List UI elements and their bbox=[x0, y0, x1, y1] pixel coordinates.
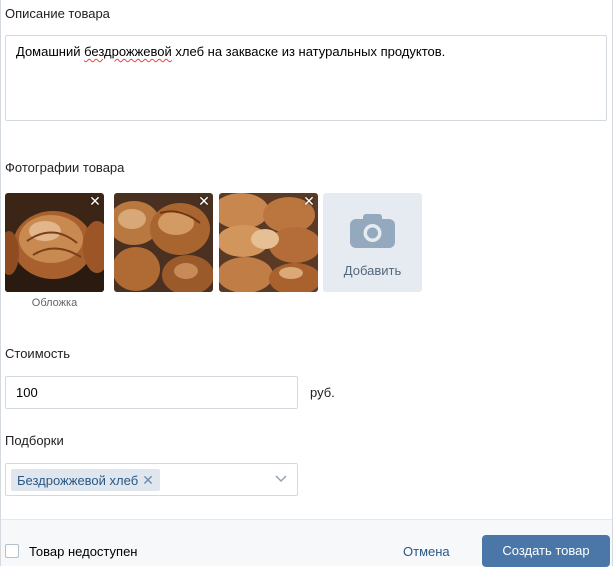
currency-label: руб. bbox=[310, 385, 335, 400]
product-photo-cover[interactable]: ✕ bbox=[5, 193, 104, 292]
collections-label: Подборки bbox=[5, 433, 64, 448]
remove-photo-icon[interactable]: ✕ bbox=[302, 194, 316, 208]
remove-collection-icon[interactable]: ✕ bbox=[142, 472, 154, 488]
create-product-button[interactable]: Создать товар bbox=[482, 535, 610, 567]
description-misspelled-word: бездрожжевой bbox=[84, 44, 172, 59]
price-label: Стоимость bbox=[5, 346, 71, 361]
form-footer: Товар недоступен Отмена Создать товар bbox=[1, 519, 612, 567]
product-form: Описание товара Домашний бездрожжевой хл… bbox=[0, 0, 613, 567]
add-photo-label: Добавить bbox=[343, 263, 402, 278]
collection-chip-label: Бездрожжевой хлеб bbox=[17, 473, 139, 488]
cancel-button[interactable]: Отмена bbox=[403, 544, 450, 559]
description-text-end: хлеб на закваске из натуральных продукто… bbox=[171, 44, 446, 59]
product-photo-3[interactable]: ✕ bbox=[219, 193, 318, 292]
unavailable-checkbox[interactable] bbox=[5, 544, 19, 558]
remove-photo-icon[interactable]: ✕ bbox=[197, 194, 211, 208]
description-text-start: Домашний bbox=[16, 44, 85, 59]
description-textarea[interactable]: Домашний бездрожжевой хлеб на закваске и… bbox=[5, 35, 607, 121]
collections-select[interactable]: Бездрожжевой хлеб ✕ bbox=[5, 463, 298, 496]
chevron-down-icon[interactable] bbox=[275, 475, 287, 483]
price-input[interactable]: 100 bbox=[5, 376, 298, 409]
remove-photo-icon[interactable]: ✕ bbox=[88, 194, 102, 208]
unavailable-label[interactable]: Товар недоступен bbox=[29, 544, 137, 559]
collection-chip: Бездрожжевой хлеб ✕ bbox=[11, 469, 160, 491]
cover-label: Обложка bbox=[31, 297, 78, 309]
camera-icon bbox=[350, 214, 395, 248]
description-label: Описание товара bbox=[5, 6, 110, 21]
add-photo-button[interactable]: Добавить bbox=[323, 193, 422, 292]
product-photo-2[interactable]: ✕ bbox=[114, 193, 213, 292]
photos-label: Фотографии товара bbox=[5, 160, 125, 175]
